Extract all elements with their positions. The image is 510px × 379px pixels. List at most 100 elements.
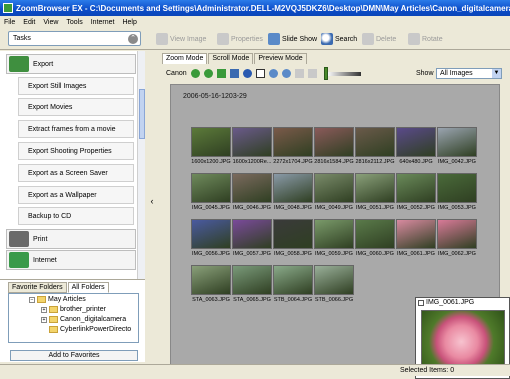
thumbnail-image[interactable] xyxy=(191,219,231,249)
thumbnail-item[interactable]: IMG_0059.JPG xyxy=(314,219,354,261)
menu-tools[interactable]: Tools xyxy=(66,19,82,26)
thumbnail-image[interactable] xyxy=(314,173,354,203)
thumbnail-image[interactable] xyxy=(232,265,272,295)
view-image-button[interactable]: View Image xyxy=(156,31,206,47)
tree-node-canon-digitalcamera[interactable]: + Canon_digitalcamera xyxy=(41,316,126,323)
properties-button[interactable]: Properties xyxy=(217,31,263,47)
thumbnail-item[interactable]: IMG_0048.JPG xyxy=(273,173,313,215)
thumbnail-item[interactable]: IMG_0060.JPG xyxy=(355,219,395,261)
rotate-button[interactable]: Rotate xyxy=(408,31,443,47)
add-to-favorites-button[interactable]: Add to Favorites xyxy=(10,350,138,361)
thumbnail-image[interactable] xyxy=(191,173,231,203)
size-icon[interactable] xyxy=(307,69,317,78)
thumbnail-item[interactable]: STB_0066.JPG xyxy=(314,265,354,307)
thumbnail-image[interactable] xyxy=(437,127,477,157)
tab-zoom-mode[interactable]: Zoom Mode xyxy=(162,53,208,64)
thumbnail-image[interactable] xyxy=(355,127,395,157)
chevron-down-icon[interactable]: ▼ xyxy=(492,69,501,78)
task-backup-cd[interactable]: Backup to CD xyxy=(18,207,134,225)
thumbnail-item[interactable]: IMG_0058.JPG xyxy=(273,219,313,261)
tree-node-cyberlink[interactable]: CyberlinkPowerDirecto xyxy=(49,326,131,333)
show-filter-select[interactable]: All Images ▼ xyxy=(436,68,502,79)
task-export-still-images[interactable]: Export Still Images xyxy=(18,77,134,95)
thumbnail-item[interactable]: 1600x1200Re... xyxy=(232,127,272,169)
thumbnail-item[interactable]: IMG_0062.JPG xyxy=(437,219,477,261)
thumbnail-image[interactable] xyxy=(273,173,313,203)
slide-show-button[interactable]: Slide Show xyxy=(268,31,317,47)
search-button[interactable]: Search xyxy=(321,31,357,47)
expand-icon[interactable]: + xyxy=(41,316,47,323)
thumbnail-browser[interactable]: 2006-05-16-1203-29 1600x1200.JPG 1600x120… xyxy=(170,84,510,379)
tasks-scrollbar[interactable] xyxy=(137,51,145,279)
thumbnail-item[interactable]: STA_0063.JPG xyxy=(191,265,231,307)
thumbnail-item[interactable]: 2816x1584.JPG xyxy=(314,127,354,169)
thumbnail-image[interactable] xyxy=(232,173,272,203)
thumbnail-item[interactable]: IMG_0061.JPG xyxy=(396,219,436,261)
thumbnail-image[interactable] xyxy=(437,219,477,249)
select-icon[interactable] xyxy=(229,69,239,78)
task-export-shooting-properties[interactable]: Export Shooting Properties xyxy=(18,142,134,160)
thumbnail-image[interactable] xyxy=(232,219,272,249)
thumbnail-image[interactable] xyxy=(232,127,272,157)
thumbnail-item[interactable]: IMG_0045.JPG xyxy=(191,173,231,215)
export-group[interactable]: Export xyxy=(6,54,136,74)
expand-icon[interactable]: + xyxy=(41,306,47,313)
menu-internet[interactable]: Internet xyxy=(91,19,115,26)
thumbnail-item[interactable]: STA_0065.JPG xyxy=(232,265,272,307)
collapse-panel-icon[interactable]: ‹ xyxy=(148,196,156,210)
thumbnail-item[interactable]: 2272x1704.JPG xyxy=(273,127,313,169)
thumbnail-item[interactable]: IMG_0051.JPG xyxy=(355,173,395,215)
zoom-in-icon[interactable] xyxy=(268,69,278,78)
forward-arrow-icon[interactable] xyxy=(203,69,213,78)
thumbnail-item[interactable]: 1600x1200.JPG xyxy=(191,127,231,169)
thumbnail-image[interactable] xyxy=(355,219,395,249)
thumbnail-image[interactable] xyxy=(273,219,313,249)
thumbnail-image[interactable] xyxy=(355,173,395,203)
menu-edit[interactable]: Edit xyxy=(23,19,35,26)
thumbnail-item[interactable]: STB_0064.JPG xyxy=(273,265,313,307)
zoom-slider[interactable] xyxy=(323,66,361,80)
info-icon[interactable] xyxy=(242,69,252,78)
menu-help[interactable]: Help xyxy=(122,19,136,26)
task-extract-frames[interactable]: Extract frames from a movie xyxy=(18,120,134,138)
chevron-up-icon[interactable]: ⌃ xyxy=(128,34,138,44)
collapse-icon[interactable]: − xyxy=(29,296,35,303)
thumbnail-image[interactable] xyxy=(396,173,436,203)
thumbnail-image[interactable] xyxy=(191,127,231,157)
tab-all-folders[interactable]: All Folders xyxy=(67,282,109,293)
tab-preview-mode[interactable]: Preview Mode xyxy=(254,53,307,64)
menu-file[interactable]: File xyxy=(4,19,15,26)
thumbnail-image[interactable] xyxy=(314,265,354,295)
thumbnail-item[interactable]: IMG_0052.JPG xyxy=(396,173,436,215)
zoom-out-icon[interactable] xyxy=(281,69,291,78)
zoom-slider-knob[interactable] xyxy=(323,66,328,80)
thumbnail-image[interactable] xyxy=(314,219,354,249)
thumbnail-item[interactable]: IMG_0057.JPG xyxy=(232,219,272,261)
tab-favorite-folders[interactable]: Favorite Folders xyxy=(8,282,67,293)
pointer-icon[interactable] xyxy=(255,69,265,78)
thumbnail-item[interactable]: IMG_0053.JPG xyxy=(437,173,477,215)
scroll-thumb[interactable] xyxy=(139,89,145,139)
fit-icon[interactable] xyxy=(294,69,304,78)
thumbnail-item[interactable]: IMG_0042.JPG xyxy=(437,127,477,169)
menu-view[interactable]: View xyxy=(43,19,58,26)
thumbnail-image[interactable] xyxy=(314,127,354,157)
delete-button[interactable]: Delete xyxy=(362,31,396,47)
thumbnail-image[interactable] xyxy=(273,127,313,157)
thumbnail-image[interactable] xyxy=(191,265,231,295)
print-group[interactable]: Print xyxy=(6,229,136,249)
tree-node-may-articles[interactable]: − May Articles xyxy=(29,296,86,303)
up-folder-icon[interactable] xyxy=(216,69,226,78)
thumbnail-item[interactable]: 2816x2112.JPG xyxy=(355,127,395,169)
tab-scroll-mode[interactable]: Scroll Mode xyxy=(208,53,254,64)
task-export-wallpaper[interactable]: Export as a Wallpaper xyxy=(18,186,134,204)
thumbnail-image[interactable] xyxy=(396,219,436,249)
thumbnail-image[interactable] xyxy=(273,265,313,295)
tasks-button[interactable]: Tasks ⌃ xyxy=(8,31,141,46)
thumbnail-image[interactable] xyxy=(437,173,477,203)
thumbnail-item[interactable]: IMG_0046.JPG xyxy=(232,173,272,215)
internet-group[interactable]: Internet xyxy=(6,250,136,270)
task-export-screen-saver[interactable]: Export as a Screen Saver xyxy=(18,164,134,182)
tree-node-brother-printer[interactable]: + brother_printer xyxy=(41,306,106,313)
thumbnail-image[interactable] xyxy=(396,127,436,157)
